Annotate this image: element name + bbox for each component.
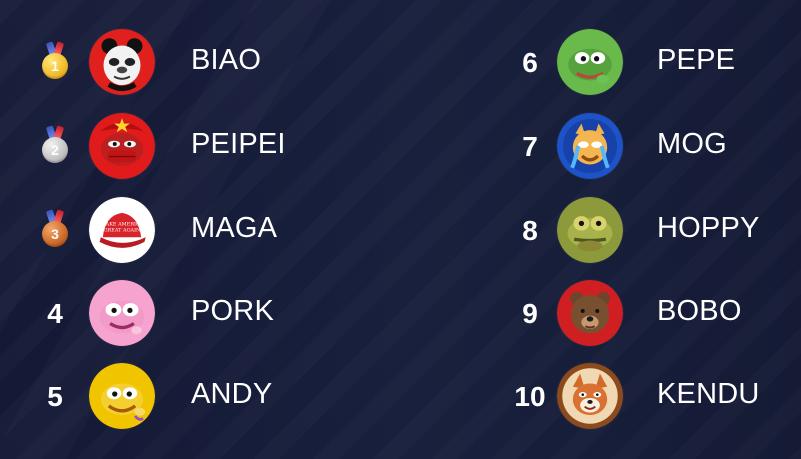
red-masked-frog-icon: [89, 113, 155, 179]
cap-text-line-1: MAKE AMERICA: [101, 221, 144, 227]
crying-cat-icon: [557, 113, 623, 179]
rank-box: 4: [27, 294, 83, 334]
pink-frog-icon: [89, 280, 155, 346]
bronze-medal-icon: 3: [41, 209, 69, 252]
leaderboard-entry-8: 8 HOPPY: [508, 195, 788, 265]
rank-box: 6: [508, 43, 552, 83]
rank-number: 10: [514, 381, 546, 412]
leaderboard-entry-2: 2 PEIPEI: [27, 111, 327, 181]
rank-number: 4: [47, 298, 63, 329]
rank-box: 7: [508, 127, 552, 167]
leaderboard-name: PORK: [191, 295, 274, 327]
green-frog-icon: [557, 29, 623, 95]
leaderboard-name: BIAO: [191, 44, 262, 76]
leaderboard-entry-3: 3 MAKE AMERICA GREAT AGAIN MAGA: [27, 195, 327, 265]
leaderboard-entry-1: 1 BIAO: [27, 27, 327, 97]
rank-number: 8: [522, 215, 538, 246]
rank-box: 8: [508, 211, 552, 251]
leaderboard-name: ANDY: [191, 378, 273, 410]
rank-box: 10: [508, 377, 552, 417]
leaderboard-name: PEIPEI: [191, 128, 286, 160]
leaderboard-name: PEPE: [657, 44, 736, 76]
silver-medal-icon: 2: [41, 125, 69, 168]
rank-number: 9: [522, 298, 538, 329]
leaderboard-name: BOBO: [657, 295, 742, 327]
green-toad-icon: [557, 197, 623, 263]
leaderboard-name: MAGA: [191, 212, 278, 244]
leaderboard-name: HOPPY: [657, 212, 760, 244]
rank-number: 6: [522, 47, 538, 78]
leaderboard-entry-5: 5 ANDY: [27, 361, 327, 431]
leaderboard-entry-6: 6 PEPE: [508, 27, 788, 97]
rank-3-medal: 3: [27, 209, 83, 252]
rank-number: 5: [47, 381, 63, 412]
rank-box: 9: [508, 294, 552, 334]
leaderboard-name: MOG: [657, 128, 727, 160]
leaderboard-entry-4: 4 PORK: [27, 278, 327, 348]
rank-box: 5: [27, 377, 83, 417]
leaderboard-entry-10: 10 KENDU: [508, 361, 788, 431]
leaderboard-name: KENDU: [657, 378, 760, 410]
gold-medal-icon: 1: [41, 41, 69, 84]
bear-icon: [557, 280, 623, 346]
yellow-frog-icon: [89, 363, 155, 429]
rank-1-medal: 1: [27, 41, 83, 84]
medal-rank-number: 1: [42, 53, 68, 79]
leaderboard-entry-7: 7 MOG: [508, 111, 788, 181]
panda-face-icon: [89, 29, 155, 95]
cap-text-line-2: GREAT AGAIN: [104, 227, 141, 233]
leaderboard-entry-9: 9 BOBO: [508, 278, 788, 348]
meme-leaderboard: 1 BIAO 2 PEIPEI 3 MAKE AMERICA GREAT AGA…: [0, 0, 801, 459]
red-cap-icon: MAKE AMERICA GREAT AGAIN: [89, 197, 155, 263]
medal-rank-number: 3: [42, 221, 68, 247]
rank-2-medal: 2: [27, 125, 83, 168]
rank-number: 7: [522, 131, 538, 162]
medal-rank-number: 2: [42, 137, 68, 163]
shiba-dog-icon: [557, 363, 623, 429]
